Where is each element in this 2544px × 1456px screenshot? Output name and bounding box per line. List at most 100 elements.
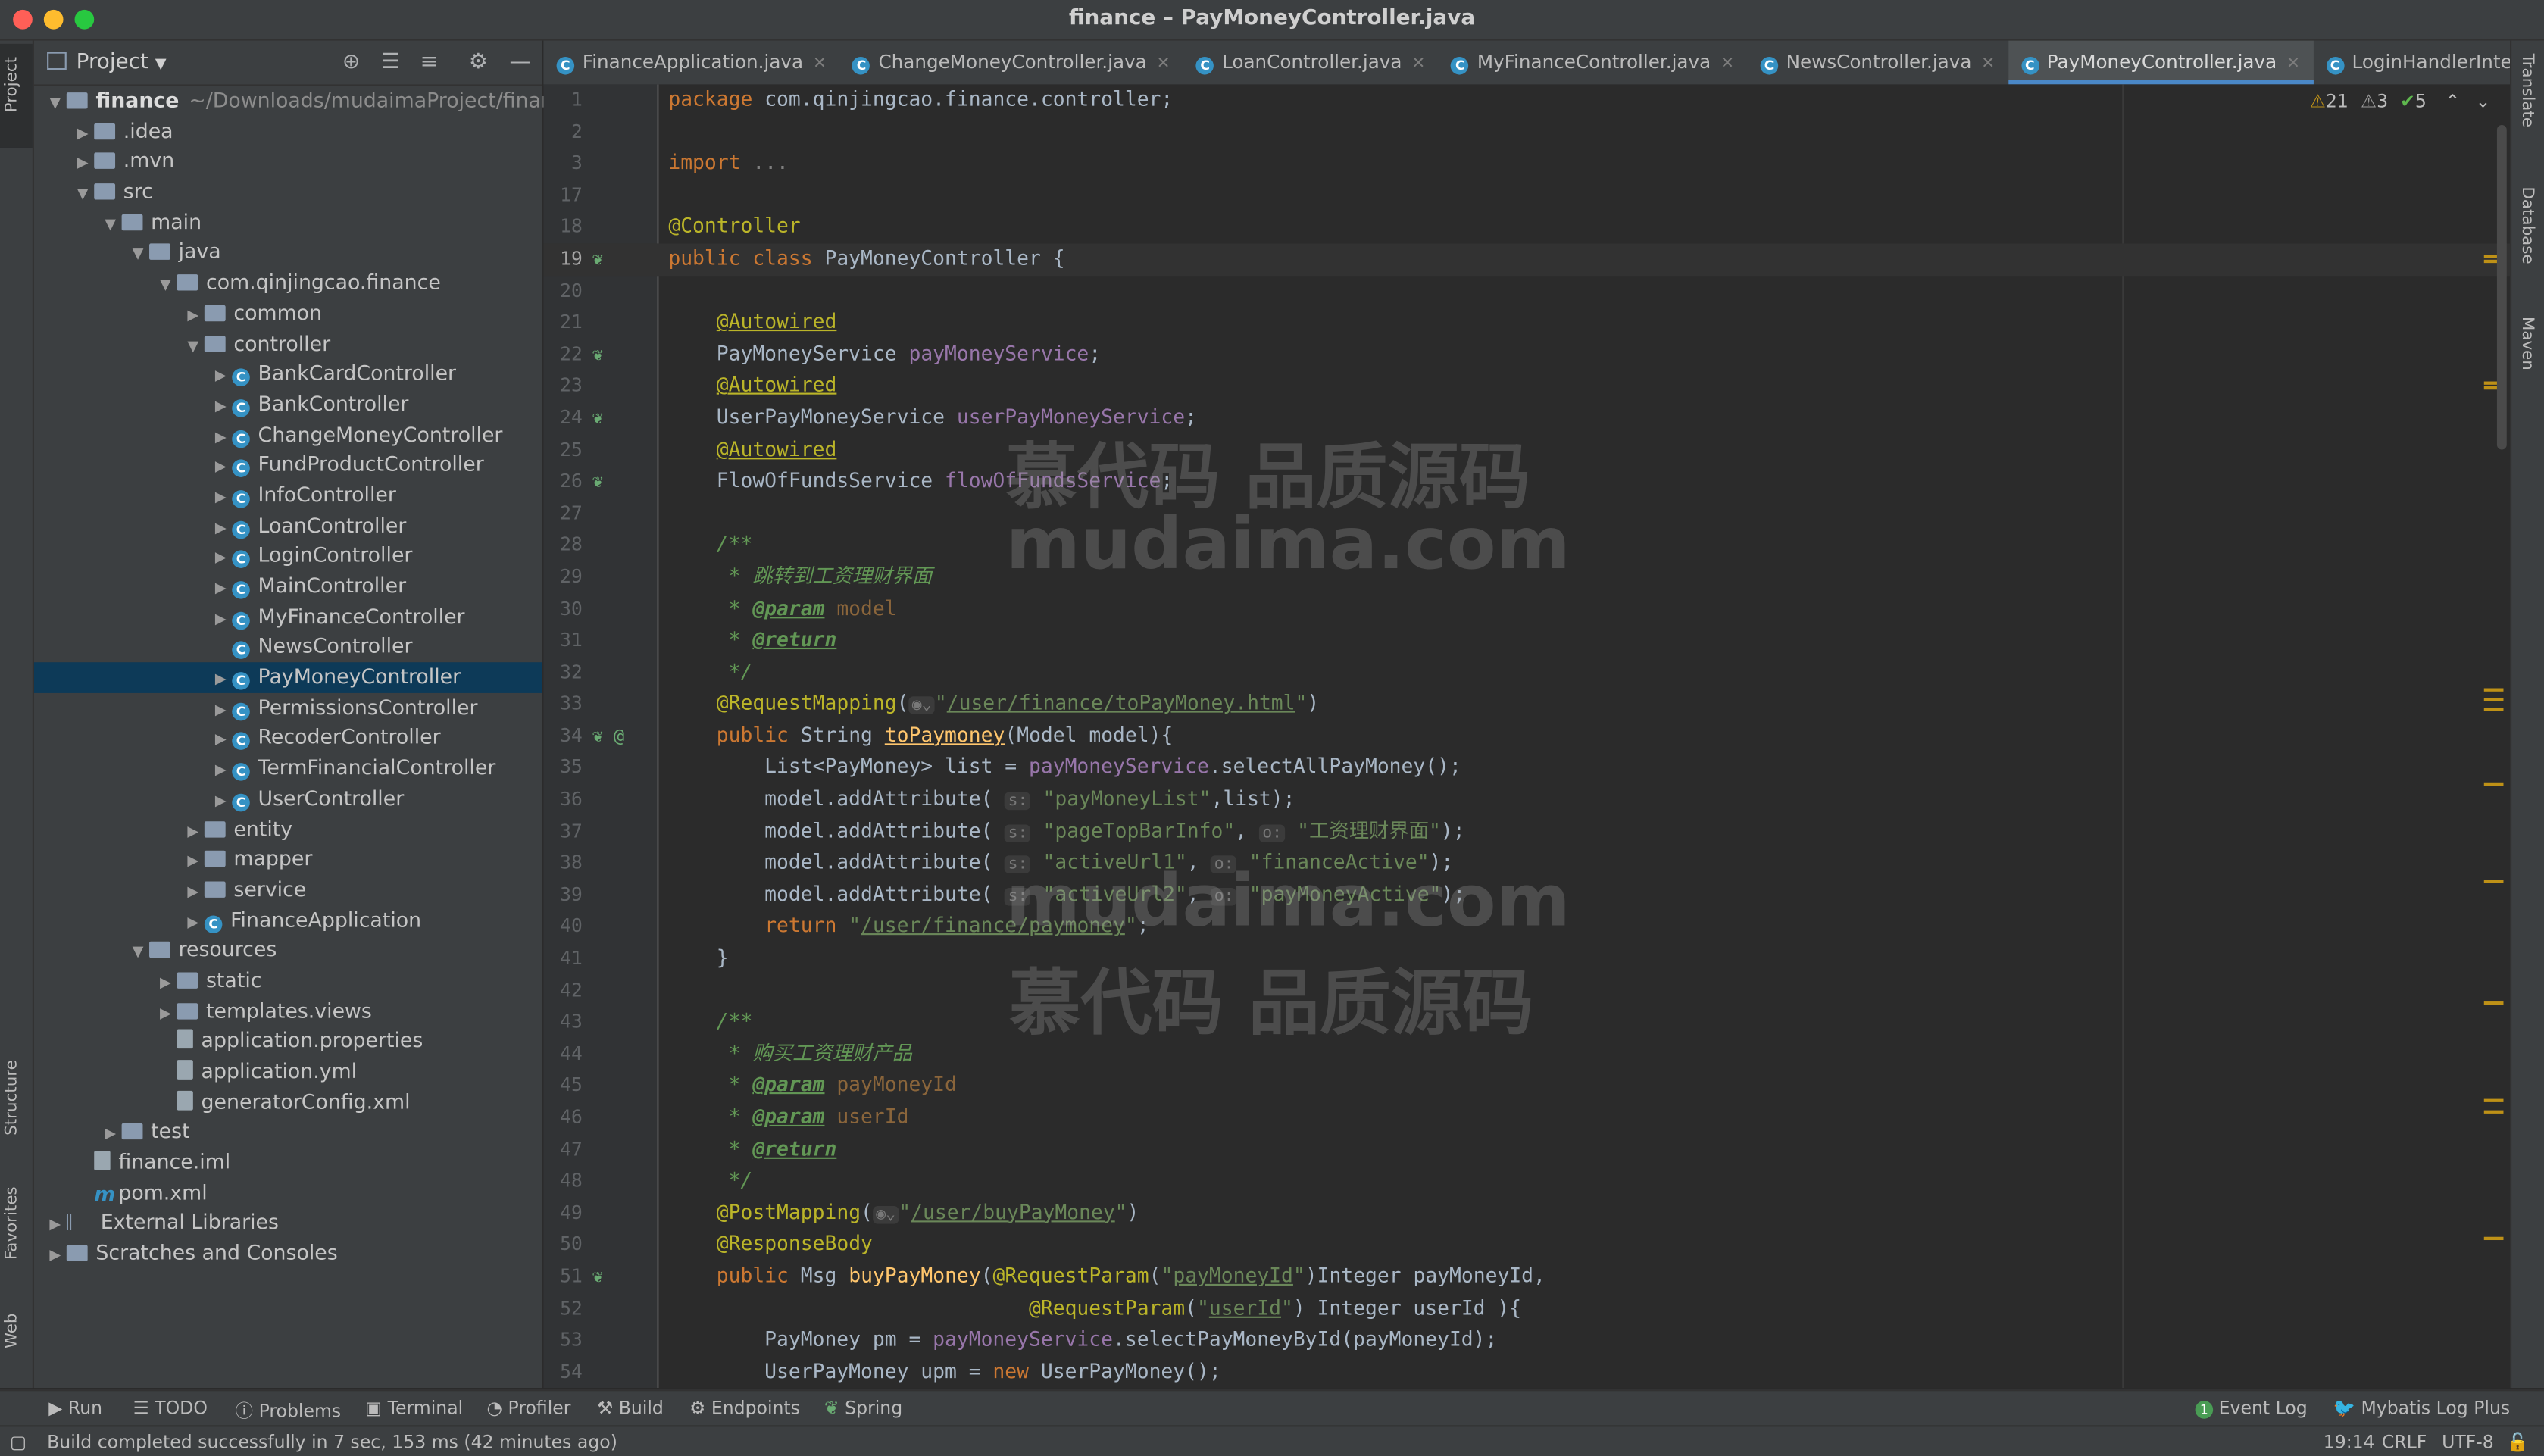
close-tab-icon[interactable]: ✕: [1981, 55, 1995, 73]
editor-tab[interactable]: C ChangeMoneyController.java ✕: [839, 41, 1183, 83]
code-line[interactable]: 28 /**: [543, 530, 2510, 561]
editor-tab[interactable]: C LoanController.java ✕: [1183, 41, 1439, 83]
maven-tool-tab[interactable]: Maven: [2518, 317, 2536, 370]
code-line[interactable]: 20: [543, 275, 2510, 307]
chevron-right-icon[interactable]: ▶: [209, 392, 232, 423]
chevron-down-icon[interactable]: ▼: [182, 332, 205, 362]
tree-item[interactable]: ▼ resources: [34, 936, 542, 966]
tree-item[interactable]: ▶ C BankController: [34, 389, 542, 420]
editor-tab[interactable]: C MyFinanceController.java ✕: [1438, 41, 1747, 83]
code-line[interactable]: 34 ❦ @ public String toPaymoney(Model mod…: [543, 720, 2510, 752]
code-line[interactable]: 2: [543, 116, 2510, 148]
tree-item[interactable]: ▼ src: [34, 177, 542, 208]
spring-bean-gutter-icon[interactable]: ❦: [592, 402, 603, 434]
code-line[interactable]: 52 @RequestParam("userId") Integer userI…: [543, 1293, 2510, 1325]
chevron-right-icon[interactable]: ▶: [44, 1242, 67, 1272]
chevron-down-icon[interactable]: ▼: [127, 939, 149, 969]
tree-item[interactable]: ▼ com.qinjingcao.finance: [34, 268, 542, 298]
tree-item[interactable]: application.properties: [34, 1026, 542, 1057]
chevron-right-icon[interactable]: ▶: [71, 120, 94, 150]
chevron-right-icon[interactable]: ▶: [99, 1120, 122, 1151]
line-separator[interactable]: CRLF: [2382, 1432, 2427, 1453]
editor-tab[interactable]: C FinanceApplication.java ✕: [543, 41, 839, 83]
chevron-right-icon[interactable]: ▶: [209, 605, 232, 636]
todo-tool-button[interactable]: ☰ TODO: [133, 1398, 208, 1419]
code-line[interactable]: 19 ❦ public class PayMoneyController {: [543, 243, 2511, 276]
tree-item[interactable]: ▶ C MyFinanceController: [34, 601, 542, 632]
close-tab-icon[interactable]: ✕: [1411, 55, 1425, 73]
tree-item[interactable]: ▶ C BankCardController: [34, 359, 542, 389]
structure-tool-tab[interactable]: Structure: [3, 1060, 21, 1136]
terminal-tool-button[interactable]: ▣ Terminal: [365, 1398, 463, 1419]
tree-item[interactable]: ▶ templates.views: [34, 996, 542, 1026]
close-tab-icon[interactable]: ✕: [2286, 55, 2300, 73]
code-line[interactable]: 48 */: [543, 1166, 2510, 1198]
tree-item[interactable]: ▶ C LoanController: [34, 511, 542, 541]
chevron-right-icon[interactable]: ▶: [209, 453, 232, 483]
code-line[interactable]: 30 * @param model: [543, 593, 2510, 625]
chevron-right-icon[interactable]: ▶: [209, 483, 232, 514]
tree-item[interactable]: ▶ test: [34, 1117, 542, 1148]
code-line[interactable]: 1 package com.qinjingcao.finance.controll…: [543, 84, 2510, 116]
file-encoding[interactable]: UTF-8: [2442, 1432, 2494, 1453]
tree-item[interactable]: application.yml: [34, 1057, 542, 1087]
tree-item[interactable]: ▶ C LoginController: [34, 541, 542, 571]
tree-item[interactable]: ▶ C PermissionsController: [34, 692, 542, 723]
tree-item[interactable]: ▼ main: [34, 208, 542, 238]
tree-item[interactable]: ▶ mapper: [34, 845, 542, 875]
chevron-down-icon[interactable]: ▼: [99, 211, 122, 241]
build-tool-button[interactable]: ⚒ Build: [597, 1398, 664, 1419]
run-tool-button[interactable]: ▶ Run: [48, 1398, 102, 1419]
chevron-right-icon[interactable]: ▶: [209, 666, 232, 696]
project-tool-tab[interactable]: Project: [0, 43, 33, 148]
caret-position[interactable]: 19:14: [2324, 1432, 2375, 1453]
tree-item[interactable]: ▶ C RecoderController: [34, 723, 542, 753]
problems-tool-button[interactable]: ⓘ Problems: [236, 1398, 342, 1423]
code-line[interactable]: 47 * @return: [543, 1134, 2510, 1166]
chevron-right-icon[interactable]: ▶: [154, 999, 177, 1030]
hide-icon[interactable]: —: [509, 50, 530, 74]
code-line[interactable]: 23 @Autowired: [543, 370, 2510, 402]
code-line[interactable]: 25 @Autowired: [543, 434, 2510, 466]
gear-icon[interactable]: ⚙: [469, 50, 488, 74]
code-line[interactable]: 24 ❦ UserPayMoneyService userPayMoneyServ…: [543, 402, 2510, 434]
tree-item[interactable]: ▶ static: [34, 966, 542, 996]
lock-icon[interactable]: 🔓: [2507, 1432, 2529, 1453]
code-line[interactable]: 29 * 跳转到工资理财界面: [543, 561, 2510, 593]
code-line[interactable]: 39 model.addAttribute( s: "activeUrl2", …: [543, 880, 2510, 911]
chevron-right-icon[interactable]: ▶: [209, 575, 232, 605]
previous-highlight-icon[interactable]: ⌃: [2446, 91, 2461, 112]
tree-item[interactable]: generatorConfig.xml: [34, 1087, 542, 1117]
chevron-right-icon[interactable]: ▶: [209, 514, 232, 544]
code-line[interactable]: 37 model.addAttribute( s: "pageTopBarInf…: [543, 816, 2510, 848]
code-line[interactable]: 36 model.addAttribute( s: "payMoneyList"…: [543, 784, 2510, 816]
chevron-down-icon[interactable]: ▼: [71, 180, 94, 211]
status-panel-icon[interactable]: ▢: [10, 1432, 27, 1453]
code-line[interactable]: 26 ❦ FlowOfFundsService flowOfFundsServic…: [543, 466, 2510, 498]
favorites-tool-tab[interactable]: Favorites: [3, 1186, 21, 1260]
tree-item[interactable]: ▶ entity: [34, 814, 542, 845]
locate-icon[interactable]: ⊕: [342, 50, 360, 74]
close-tab-icon[interactable]: ✕: [1720, 55, 1734, 73]
code-line[interactable]: 21 @Autowired: [543, 307, 2510, 339]
chevron-right-icon[interactable]: ▶: [154, 969, 177, 999]
code-line[interactable]: 49 @PostMapping(◉⌄ "/user/buyPayMoney"): [543, 1198, 2510, 1229]
code-line[interactable]: 32 */: [543, 657, 2510, 689]
editor-tab[interactable]: CLoginHandlerInterceptor.java✕: [2313, 41, 2510, 83]
tree-item[interactable]: ▼ java: [34, 238, 542, 268]
chevron-right-icon[interactable]: ▶: [182, 848, 205, 878]
chevron-right-icon[interactable]: ▶: [209, 544, 232, 574]
spring-bean-gutter-icon[interactable]: ❦: [592, 1261, 603, 1293]
spring-tool-button[interactable]: ❦ Spring: [824, 1398, 902, 1419]
chevron-right-icon[interactable]: ▶: [209, 787, 232, 817]
tree-item[interactable]: ▶ C InfoController: [34, 480, 542, 511]
code-line[interactable]: 18 @Controller: [543, 211, 2510, 243]
code-line[interactable]: 46 * @param userId: [543, 1102, 2510, 1134]
profiler-tool-button[interactable]: ◔ Profiler: [486, 1398, 570, 1419]
tree-item[interactable]: ▶ C FinanceApplication: [34, 905, 542, 936]
tree-item[interactable]: ▶ C UserController: [34, 784, 542, 814]
chevron-right-icon[interactable]: ▶: [209, 726, 232, 757]
expand-all-icon[interactable]: ☰: [381, 50, 400, 74]
spring-bean-gutter-icon[interactable]: ❦: [592, 243, 603, 275]
code-line[interactable]: 44 * 购买工资理财产品: [543, 1039, 2510, 1070]
